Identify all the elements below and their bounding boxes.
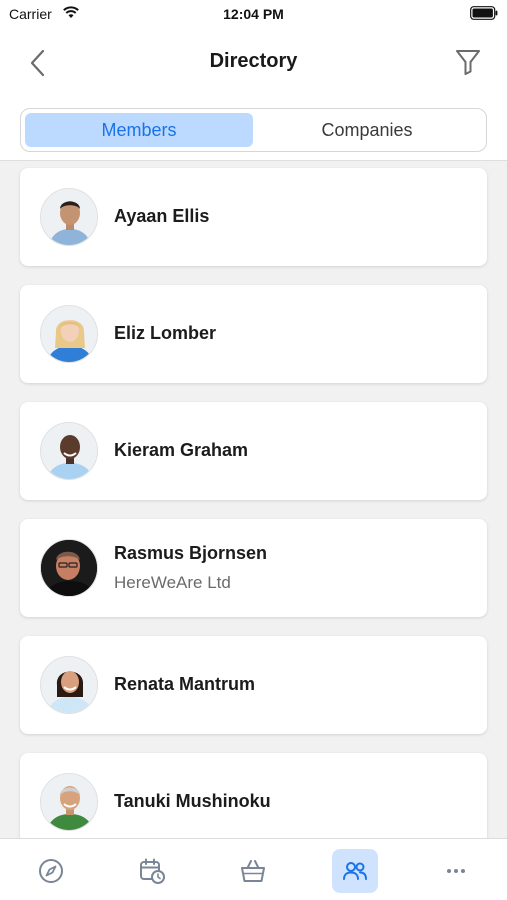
member-name: Eliz Lomber	[114, 323, 217, 343]
tab-shop[interactable]	[230, 849, 276, 893]
member-card[interactable]: Rasmus Bjornsen HereWeAre Ltd	[20, 519, 487, 617]
avatar	[40, 305, 98, 363]
segment-companies[interactable]: Companies	[253, 113, 481, 147]
member-company: HereWeAre Ltd	[114, 573, 231, 592]
compass-icon	[39, 859, 63, 883]
battery-icon	[470, 6, 498, 20]
avatar	[40, 422, 98, 480]
member-name: Renata Mantrum	[114, 674, 256, 694]
members-companies-segmented-control: Members Companies	[20, 108, 487, 152]
calendar-clock-icon	[140, 858, 165, 884]
segment-area: Members Companies	[0, 100, 507, 161]
member-card[interactable]: Ayaan Ellis	[20, 168, 487, 266]
navigation-bar: Directory	[0, 28, 507, 100]
avatar	[40, 773, 98, 831]
avatar	[40, 188, 98, 246]
segment-members[interactable]: Members	[25, 113, 253, 147]
tab-schedule[interactable]	[129, 849, 175, 893]
member-card[interactable]: Tanuki Mushinoku	[20, 753, 487, 838]
member-name: Tanuki Mushinoku	[114, 791, 271, 811]
avatar	[40, 539, 98, 597]
tab-explore[interactable]	[28, 849, 74, 893]
people-icon	[343, 862, 367, 880]
basket-icon	[241, 860, 265, 882]
clock-time: 12:04 PM	[223, 6, 284, 22]
tab-bar	[0, 838, 507, 900]
filter-icon[interactable]	[454, 47, 482, 77]
member-name: Ayaan Ellis	[114, 206, 210, 226]
member-name: Kieram Graham	[114, 440, 249, 460]
member-list: Ayaan Ellis Eliz Lomber Kieram Graham Ra…	[0, 161, 507, 838]
member-name: Rasmus Bjornsen	[114, 543, 268, 563]
page-title: Directory	[209, 50, 298, 72]
status-bar: Carrier 12:04 PM	[0, 0, 507, 28]
member-card[interactable]: Kieram Graham	[20, 402, 487, 500]
tab-more[interactable]	[433, 849, 479, 893]
member-card[interactable]: Eliz Lomber	[20, 285, 487, 383]
tab-directory[interactable]	[332, 849, 378, 893]
member-card[interactable]: Renata Mantrum	[20, 636, 487, 734]
avatar	[40, 656, 98, 714]
more-icon	[447, 869, 465, 873]
